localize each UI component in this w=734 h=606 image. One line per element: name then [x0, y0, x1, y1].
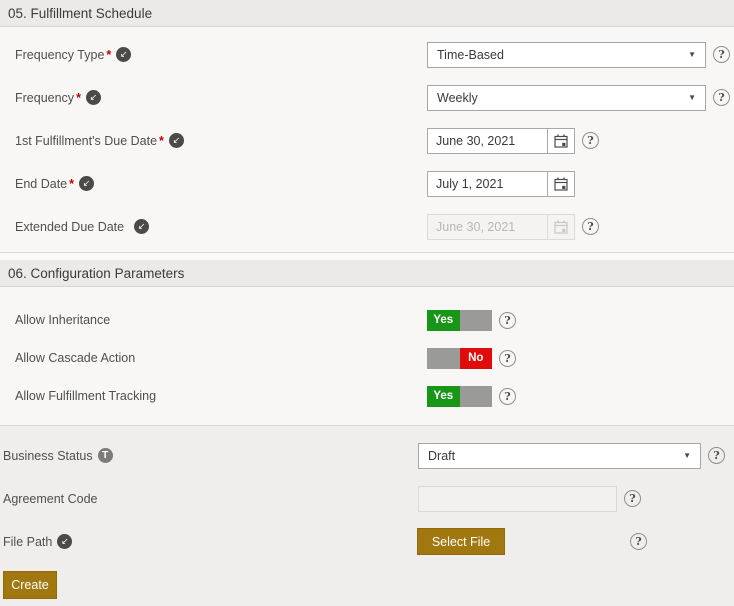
- end-date-row: End Date * ↙ July 1, 2021: [0, 162, 734, 205]
- allow-inheritance-toggle[interactable]: Yes: [427, 310, 492, 331]
- required-asterisk: *: [76, 91, 81, 105]
- business-status-select[interactable]: Draft ▼: [418, 443, 701, 469]
- select-file-button[interactable]: Select File: [417, 528, 505, 555]
- help-icon[interactable]: ?: [630, 533, 647, 550]
- file-path-label: File Path ↙: [3, 534, 72, 549]
- agreement-code-label: Agreement Code: [3, 492, 98, 506]
- allow-cascade-action-row: Allow Cascade Action No ?: [0, 339, 734, 377]
- section-header-fulfillment-schedule: 05. Fulfillment Schedule: [0, 0, 734, 27]
- frequency-label: Frequency * ↙: [15, 90, 101, 105]
- agreement-code-input[interactable]: [418, 486, 617, 512]
- required-asterisk: *: [159, 134, 164, 148]
- allow-cascade-action-toggle[interactable]: No: [427, 348, 492, 369]
- calendar-icon: [547, 215, 574, 239]
- toggle-inactive-half: [460, 386, 493, 407]
- end-date-label: End Date * ↙: [15, 176, 94, 191]
- frequency-type-row: Frequency Type * ↙ Time-Based ▼ ?: [0, 33, 734, 76]
- type-badge-icon: T: [98, 448, 113, 463]
- first-due-date-row: 1st Fulfillment's Due Date * ↙ June 30, …: [0, 119, 734, 162]
- chevron-down-icon: ▼: [683, 451, 691, 460]
- inherited-arrow-icon: ↙: [57, 534, 72, 549]
- required-asterisk: *: [106, 48, 111, 62]
- required-asterisk: *: [69, 177, 74, 191]
- help-icon[interactable]: ?: [624, 490, 641, 507]
- business-status-row: Business Status T Draft ▼ ?: [0, 434, 734, 477]
- agreement-code-row: Agreement Code ?: [0, 477, 734, 520]
- frequency-type-label: Frequency Type * ↙: [15, 47, 131, 62]
- toggle-yes-label: Yes: [427, 310, 460, 331]
- create-button[interactable]: Create: [3, 571, 57, 599]
- help-icon[interactable]: ?: [713, 89, 730, 106]
- inherited-arrow-icon: ↙: [116, 47, 131, 62]
- help-icon[interactable]: ?: [713, 46, 730, 63]
- inherited-arrow-icon: ↙: [79, 176, 94, 191]
- help-icon[interactable]: ?: [499, 350, 516, 367]
- toggle-inactive-half: [460, 310, 493, 331]
- toggle-no-label: No: [460, 348, 493, 369]
- section-title: 06. Configuration Parameters: [8, 266, 184, 281]
- extended-due-date-input: June 30, 2021: [427, 214, 575, 240]
- calendar-icon[interactable]: [547, 172, 574, 196]
- frequency-row: Frequency * ↙ Weekly ▼ ?: [0, 76, 734, 119]
- allow-inheritance-row: Allow Inheritance Yes ?: [0, 301, 734, 339]
- first-due-date-input[interactable]: June 30, 2021: [427, 128, 575, 154]
- inherited-arrow-icon: ↙: [134, 219, 149, 234]
- help-icon[interactable]: ?: [499, 388, 516, 405]
- configuration-parameters-body: Allow Inheritance Yes ? Allow Cascade Ac…: [0, 287, 734, 426]
- section-divider: [0, 253, 734, 260]
- allow-inheritance-label: Allow Inheritance: [15, 313, 110, 327]
- extended-due-date-row: Extended Due Date ↙ June 30, 2021 ?: [0, 205, 734, 248]
- section-header-configuration-parameters: 06. Configuration Parameters: [0, 260, 734, 287]
- first-due-date-label: 1st Fulfillment's Due Date * ↙: [15, 133, 184, 148]
- help-icon[interactable]: ?: [582, 218, 599, 235]
- help-icon[interactable]: ?: [582, 132, 599, 149]
- frequency-select[interactable]: Weekly ▼: [427, 85, 706, 111]
- section-title: 05. Fulfillment Schedule: [8, 6, 152, 21]
- calendar-icon[interactable]: [547, 129, 574, 153]
- allow-cascade-action-label: Allow Cascade Action: [15, 351, 135, 365]
- allow-fulfillment-tracking-row: Allow Fulfillment Tracking Yes ?: [0, 377, 734, 415]
- inherited-arrow-icon: ↙: [169, 133, 184, 148]
- end-date-input[interactable]: July 1, 2021: [427, 171, 575, 197]
- help-icon[interactable]: ?: [499, 312, 516, 329]
- toggle-inactive-half: [427, 348, 460, 369]
- chevron-down-icon: ▼: [688, 93, 696, 102]
- allow-fulfillment-tracking-toggle[interactable]: Yes: [427, 386, 492, 407]
- file-path-row: File Path ↙ Select File ?: [0, 520, 734, 563]
- fulfillment-schedule-body: Frequency Type * ↙ Time-Based ▼ ? Freque…: [0, 27, 734, 253]
- help-icon[interactable]: ?: [708, 447, 725, 464]
- allow-fulfillment-tracking-label: Allow Fulfillment Tracking: [15, 389, 156, 403]
- inherited-arrow-icon: ↙: [86, 90, 101, 105]
- footer-area: Business Status T Draft ▼ ? Agreement Co…: [0, 426, 734, 600]
- chevron-down-icon: ▼: [688, 50, 696, 59]
- extended-due-date-label: Extended Due Date ↙: [15, 219, 149, 234]
- business-status-label: Business Status T: [3, 448, 113, 463]
- toggle-yes-label: Yes: [427, 386, 460, 407]
- frequency-type-select[interactable]: Time-Based ▼: [427, 42, 706, 68]
